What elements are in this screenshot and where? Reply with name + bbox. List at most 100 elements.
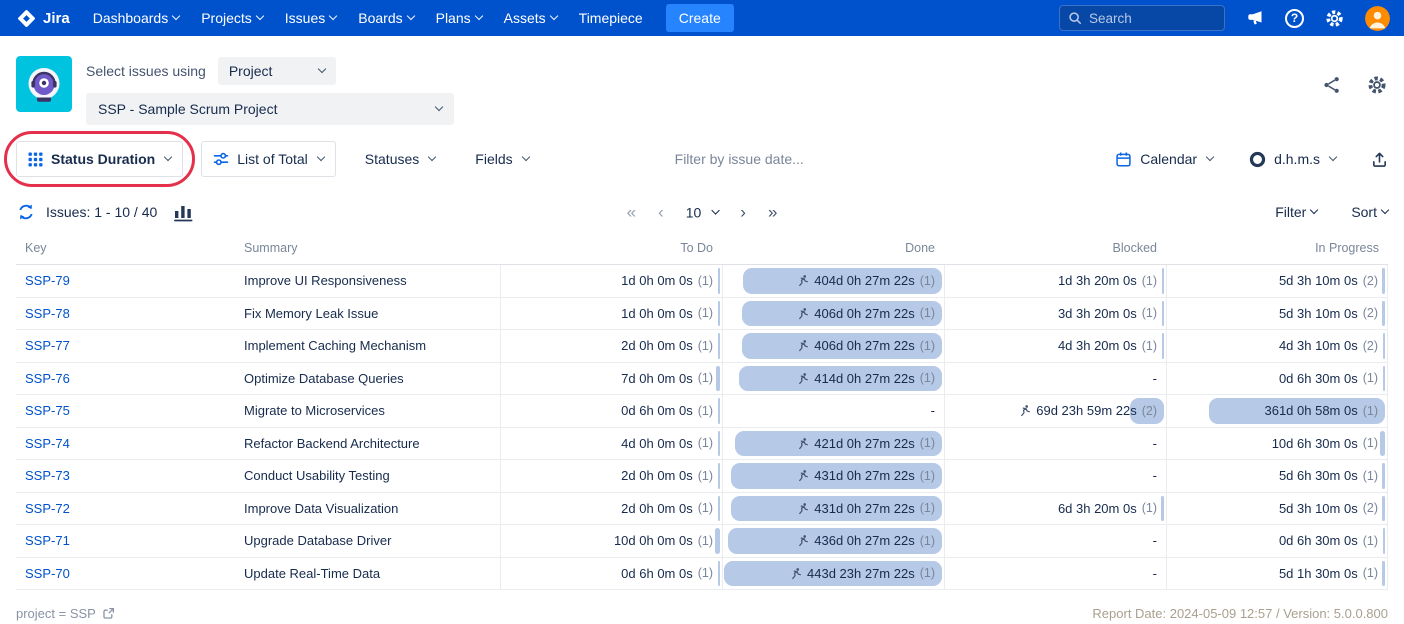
key-cell: SSP-79 <box>16 265 235 297</box>
export-icon[interactable] <box>1371 151 1388 168</box>
table-row: SSP-73 Conduct Usability Testing 2d 0h 0m … <box>16 460 1388 493</box>
calendar-dropdown[interactable]: Calendar <box>1104 142 1224 177</box>
search-input[interactable]: Search <box>1059 5 1225 31</box>
nav-item-assets[interactable]: Assets <box>493 0 568 36</box>
issue-key-link[interactable]: SSP-70 <box>25 566 70 581</box>
done-duration-cell: 431d 0h 27m 22s(1) <box>722 493 944 525</box>
issue-summary: Improve Data Visualization <box>235 493 500 525</box>
column-header-key[interactable]: Key <box>16 241 235 255</box>
runner-icon <box>796 307 809 320</box>
issue-count: (1) <box>698 306 713 320</box>
duration-value: 431d 0h 27m 22s <box>814 501 914 516</box>
column-header-blocked[interactable]: Blocked <box>944 241 1166 255</box>
jql-query-link[interactable]: project = SSP <box>16 606 115 621</box>
chevron-down-icon <box>428 153 436 161</box>
top-navigation-bar: Jira Dashboards Projects Issues Boards P… <box>0 0 1404 36</box>
next-page-button[interactable]: › <box>740 204 746 221</box>
timepiece-app-logo <box>16 56 72 112</box>
issue-count: (1) <box>1363 534 1378 548</box>
issue-source-dropdown[interactable]: Project <box>218 57 336 85</box>
settings-gear-icon[interactable] <box>1324 8 1345 29</box>
todo-duration-cell: 0d 6h 0m 0s(1) <box>500 395 722 427</box>
chart-view-button[interactable] <box>173 203 194 222</box>
jira-logo[interactable]: Jira <box>14 8 82 29</box>
nav-item-plans[interactable]: Plans <box>425 0 493 36</box>
view-mode-dropdown[interactable]: List of Total <box>201 141 336 177</box>
done-duration-cell: 406d 0h 27m 22s(1) <box>722 330 944 362</box>
issue-key-link[interactable]: SSP-78 <box>25 306 70 321</box>
blocked-duration-cell: - <box>944 558 1166 590</box>
issue-summary: Migrate to Microservices <box>235 395 500 427</box>
issue-date-filter-input[interactable]: Filter by issue date... <box>675 151 804 167</box>
issue-count: (1) <box>698 339 713 353</box>
issue-key-link[interactable]: SSP-77 <box>25 338 70 353</box>
chevron-down-icon <box>329 12 337 20</box>
statuses-dropdown[interactable]: Statuses <box>354 142 446 176</box>
duration-value: - <box>1153 566 1157 581</box>
column-header-inprogress[interactable]: In Progress <box>1166 241 1388 255</box>
duration-value: - <box>931 403 935 418</box>
chevron-down-icon <box>256 12 264 20</box>
filter-sort-group: Filter Sort <box>1275 204 1388 220</box>
done-duration-cell: 421d 0h 27m 22s(1) <box>722 428 944 460</box>
create-button[interactable]: Create <box>666 4 734 32</box>
issues-range-label: Issues: 1 - 10 / 40 <box>46 204 157 220</box>
column-header-done[interactable]: Done <box>722 241 944 255</box>
project-dropdown[interactable]: SSP - Sample Scrum Project <box>86 93 454 125</box>
issue-summary: Implement Caching Mechanism <box>235 330 500 362</box>
duration-value: 421d 0h 27m 22s <box>814 436 914 451</box>
chevron-down-icon <box>1381 206 1389 214</box>
toolbar-right-group: Calendar d.h.m.s <box>1104 142 1388 177</box>
issue-count: (1) <box>1142 274 1157 288</box>
fields-dropdown[interactable]: Fields <box>464 142 539 176</box>
prev-page-button[interactable]: ‹ <box>658 204 664 221</box>
page-size-dropdown[interactable]: 10 <box>686 204 719 220</box>
issue-key-link[interactable]: SSP-71 <box>25 533 70 548</box>
duration-value: 2d 0h 0m 0s <box>621 468 693 483</box>
select-issues-label: Select issues using <box>86 63 206 79</box>
nav-item-dashboards[interactable]: Dashboards <box>82 0 191 36</box>
nav-item-issues[interactable]: Issues <box>274 0 347 36</box>
column-header-todo[interactable]: To Do <box>500 241 722 255</box>
issue-summary: Conduct Usability Testing <box>235 460 500 492</box>
inprogress-duration-cell: 5d 3h 10m 0s(2) <box>1166 493 1388 525</box>
announcement-icon[interactable] <box>1245 8 1265 28</box>
duration-value: 436d 0h 27m 22s <box>814 533 914 548</box>
blocked-duration-cell: 3d 3h 20m 0s(1) <box>944 298 1166 330</box>
jql-query-text: project = SSP <box>16 606 96 621</box>
nav-item-boards[interactable]: Boards <box>347 0 424 36</box>
share-icon[interactable] <box>1322 75 1342 95</box>
table-row: SSP-75 Migrate to Microservices0d 6h 0m 0… <box>16 395 1388 428</box>
first-page-button[interactable]: « <box>627 204 636 221</box>
issue-key-link[interactable]: SSP-75 <box>25 403 70 418</box>
column-header-summary[interactable]: Summary <box>235 241 500 255</box>
nav-item-projects[interactable]: Projects <box>190 0 274 36</box>
refresh-icon[interactable] <box>16 202 36 222</box>
nav-item-timepiece[interactable]: Timepiece <box>568 0 654 36</box>
statuses-label: Statuses <box>365 151 419 167</box>
duration-value: 414d 0h 27m 22s <box>814 371 914 386</box>
table-row: SSP-77Implement Caching Mechanism2d 0h 0… <box>16 330 1388 363</box>
inprogress-duration-cell: 5d 1h 30m 0s(1) <box>1166 558 1388 590</box>
done-duration-cell: 431d 0h 27m 22s(1) <box>722 460 944 492</box>
help-icon[interactable]: ? <box>1285 9 1304 28</box>
issue-key-link[interactable]: SSP-74 <box>25 436 70 451</box>
last-page-button[interactable]: » <box>768 204 777 221</box>
issue-count: (2) <box>1363 501 1378 515</box>
duration-value: 69d 23h 59m 22s <box>1036 403 1136 418</box>
issue-key-link[interactable]: SSP-79 <box>25 273 70 288</box>
filter-dropdown[interactable]: Filter <box>1275 204 1317 220</box>
main-content: Select issues using Project SSP - Sample… <box>0 56 1404 621</box>
issue-count: (2) <box>1363 306 1378 320</box>
issue-count: (1) <box>920 371 935 385</box>
external-link-icon <box>102 607 115 620</box>
sort-dropdown[interactable]: Sort <box>1351 204 1388 220</box>
user-avatar[interactable] <box>1365 6 1390 31</box>
issue-count: (2) <box>1363 274 1378 288</box>
issue-key-link[interactable]: SSP-73 <box>25 468 70 483</box>
issue-key-link[interactable]: SSP-76 <box>25 371 70 386</box>
issue-key-link[interactable]: SSP-72 <box>25 501 70 516</box>
report-settings-gear-icon[interactable] <box>1366 74 1388 96</box>
time-format-dropdown[interactable]: d.h.m.s <box>1238 142 1347 177</box>
report-type-dropdown[interactable]: Status Duration <box>16 141 183 177</box>
